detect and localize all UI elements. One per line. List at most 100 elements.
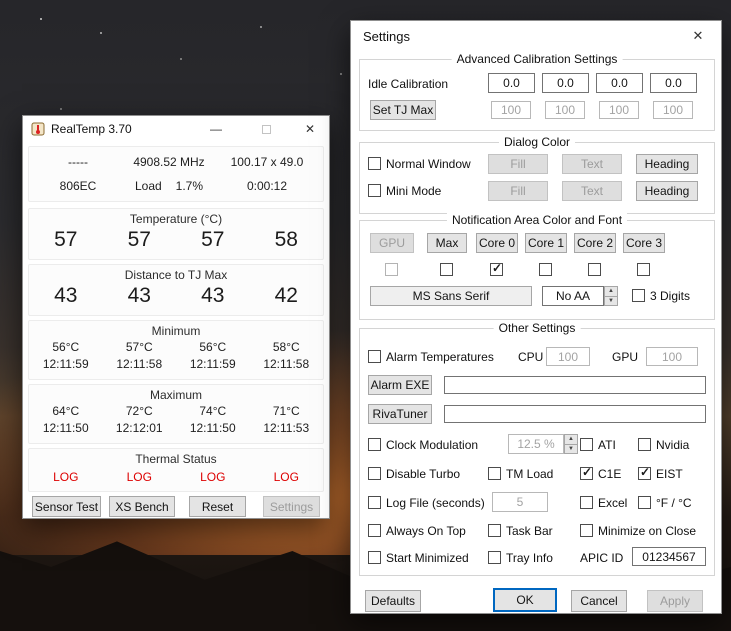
- mini-text-button: Text: [562, 181, 622, 201]
- c1e-checkbox[interactable]: [580, 467, 593, 480]
- core2-min-temp: 56°C: [176, 340, 250, 354]
- core0-min-temp: 56°C: [29, 340, 103, 354]
- fahrenheit-celsius-checkbox[interactable]: [638, 496, 651, 509]
- ati-checkbox[interactable]: [580, 438, 593, 451]
- clock-modulation-checkbox[interactable]: [368, 438, 381, 451]
- minimize-button[interactable]: —: [201, 119, 231, 139]
- settings-close-button[interactable]: ✕: [679, 25, 717, 47]
- normal-heading-button[interactable]: Heading: [636, 154, 698, 174]
- tray-info-checkbox[interactable]: [488, 551, 501, 564]
- ok-button[interactable]: OK: [493, 588, 557, 612]
- settings-title: Settings: [363, 29, 410, 44]
- core3-min-time: 12:11:58: [250, 357, 324, 371]
- alarm-temperatures-checkbox[interactable]: [368, 350, 381, 363]
- maximum-section: Maximum 64°C 72°C 74°C 71°C 12:11:50 12:…: [28, 384, 324, 444]
- start-minimized-label: Start Minimized: [386, 551, 469, 565]
- tm-load-label: TM Load: [506, 467, 553, 481]
- notif-core3-checkbox[interactable]: [637, 263, 650, 276]
- spin-down-icon[interactable]: ▼: [604, 297, 618, 307]
- reset-button[interactable]: Reset: [189, 496, 246, 517]
- core3-button[interactable]: Core 3: [623, 233, 665, 253]
- cancel-button[interactable]: Cancel: [571, 590, 627, 612]
- xs-bench-button[interactable]: XS Bench: [109, 496, 175, 517]
- core1-temperature: 57: [103, 228, 177, 252]
- idle-calibration-field-2[interactable]: 0.0: [596, 73, 643, 93]
- thermal-status-header: Thermal Status: [29, 452, 323, 466]
- start-minimized-checkbox[interactable]: [368, 551, 381, 564]
- mini-mode-checkbox[interactable]: [368, 184, 381, 197]
- always-on-top-checkbox[interactable]: [368, 524, 381, 537]
- max-button[interactable]: Max: [427, 233, 467, 253]
- alarm-exe-button[interactable]: Alarm EXE: [368, 375, 432, 395]
- excel-checkbox[interactable]: [580, 496, 593, 509]
- idle-calibration-field-1[interactable]: 0.0: [542, 73, 589, 93]
- core1-distance: 43: [103, 284, 177, 308]
- settings-titlebar[interactable]: Settings ✕: [351, 21, 721, 51]
- core0-log: LOG: [29, 470, 103, 484]
- antialias-field[interactable]: No AA: [542, 286, 604, 306]
- task-bar-checkbox[interactable]: [488, 524, 501, 537]
- core0-max-time: 12:11:50: [29, 421, 103, 435]
- mini-heading-button[interactable]: Heading: [636, 181, 698, 201]
- uptime: 0:00:12: [211, 179, 323, 193]
- cpu-alarm-label: CPU: [518, 350, 543, 364]
- clock-modulation-field: 12.5 %: [508, 434, 564, 454]
- eist-checkbox[interactable]: [638, 467, 651, 480]
- normal-window-checkbox[interactable]: [368, 157, 381, 170]
- realtemp-titlebar[interactable]: RealTemp 3.70 — ✕: [23, 116, 329, 142]
- load-value: 1.7%: [176, 179, 203, 193]
- close-button[interactable]: ✕: [295, 119, 325, 139]
- idle-calibration-field-0[interactable]: 0.0: [488, 73, 535, 93]
- notif-gpu-checkbox: [385, 263, 398, 276]
- minimize-on-close-checkbox[interactable]: [580, 524, 593, 537]
- normal-fill-button: Fill: [488, 154, 548, 174]
- distance-header: Distance to TJ Max: [29, 268, 323, 282]
- cpu-name: -----: [29, 155, 127, 169]
- mini-mode-label: Mini Mode: [386, 184, 441, 198]
- normal-window-label: Normal Window: [386, 157, 471, 171]
- font-select-button[interactable]: MS Sans Serif: [370, 286, 532, 306]
- disable-turbo-label: Disable Turbo: [386, 467, 460, 481]
- defaults-button[interactable]: Defaults: [365, 590, 421, 612]
- disable-turbo-checkbox[interactable]: [368, 467, 381, 480]
- temperature-header: Temperature (°C): [29, 212, 323, 226]
- cpu-frequency: 4908.52 MHz: [127, 155, 211, 169]
- tjmax-field-3: 100: [653, 101, 693, 119]
- log-file-checkbox[interactable]: [368, 496, 381, 509]
- notif-max-checkbox[interactable]: [440, 263, 453, 276]
- clock-modulation-spinner[interactable]: ▲ ▼: [564, 434, 578, 454]
- core1-log: LOG: [103, 470, 177, 484]
- core1-max-time: 12:12:01: [103, 421, 177, 435]
- rivatuner-button[interactable]: RivaTuner: [368, 404, 432, 424]
- core1-button[interactable]: Core 1: [525, 233, 567, 253]
- spin-up-icon[interactable]: ▲: [564, 434, 578, 445]
- sensor-test-button[interactable]: Sensor Test: [32, 496, 101, 517]
- cpu-id: 806EC: [29, 179, 127, 193]
- core2-button[interactable]: Core 2: [574, 233, 616, 253]
- digits-label: 3 Digits: [650, 289, 690, 303]
- rivatuner-field[interactable]: [444, 405, 706, 423]
- tjmax-field-1: 100: [545, 101, 585, 119]
- antialias-spinner[interactable]: ▲ ▼: [604, 286, 618, 306]
- distance-section: Distance to TJ Max 43 43 43 42: [28, 264, 324, 316]
- apic-id-field[interactable]: 01234567: [632, 547, 706, 566]
- idle-calibration-field-3[interactable]: 0.0: [650, 73, 697, 93]
- set-tj-max-button[interactable]: Set TJ Max: [370, 100, 436, 120]
- nvidia-checkbox[interactable]: [638, 438, 651, 451]
- digits-checkbox[interactable]: [632, 289, 645, 302]
- core2-log: LOG: [176, 470, 250, 484]
- other-settings-label: Other Settings: [494, 321, 581, 335]
- gpu-alarm-field: 100: [646, 347, 698, 366]
- alarm-exe-field[interactable]: [444, 376, 706, 394]
- tm-load-checkbox[interactable]: [488, 467, 501, 480]
- notif-core1-checkbox[interactable]: [539, 263, 552, 276]
- spin-down-icon[interactable]: ▼: [564, 445, 578, 455]
- core3-max-time: 12:11:53: [250, 421, 324, 435]
- notif-core2-checkbox[interactable]: [588, 263, 601, 276]
- tray-info-label: Tray Info: [506, 551, 553, 565]
- spin-up-icon[interactable]: ▲: [604, 286, 618, 297]
- thermal-status-section: Thermal Status LOG LOG LOG LOG: [28, 448, 324, 492]
- load-label: Load: [135, 179, 162, 193]
- notif-core0-checkbox[interactable]: [490, 263, 503, 276]
- core0-button[interactable]: Core 0: [476, 233, 518, 253]
